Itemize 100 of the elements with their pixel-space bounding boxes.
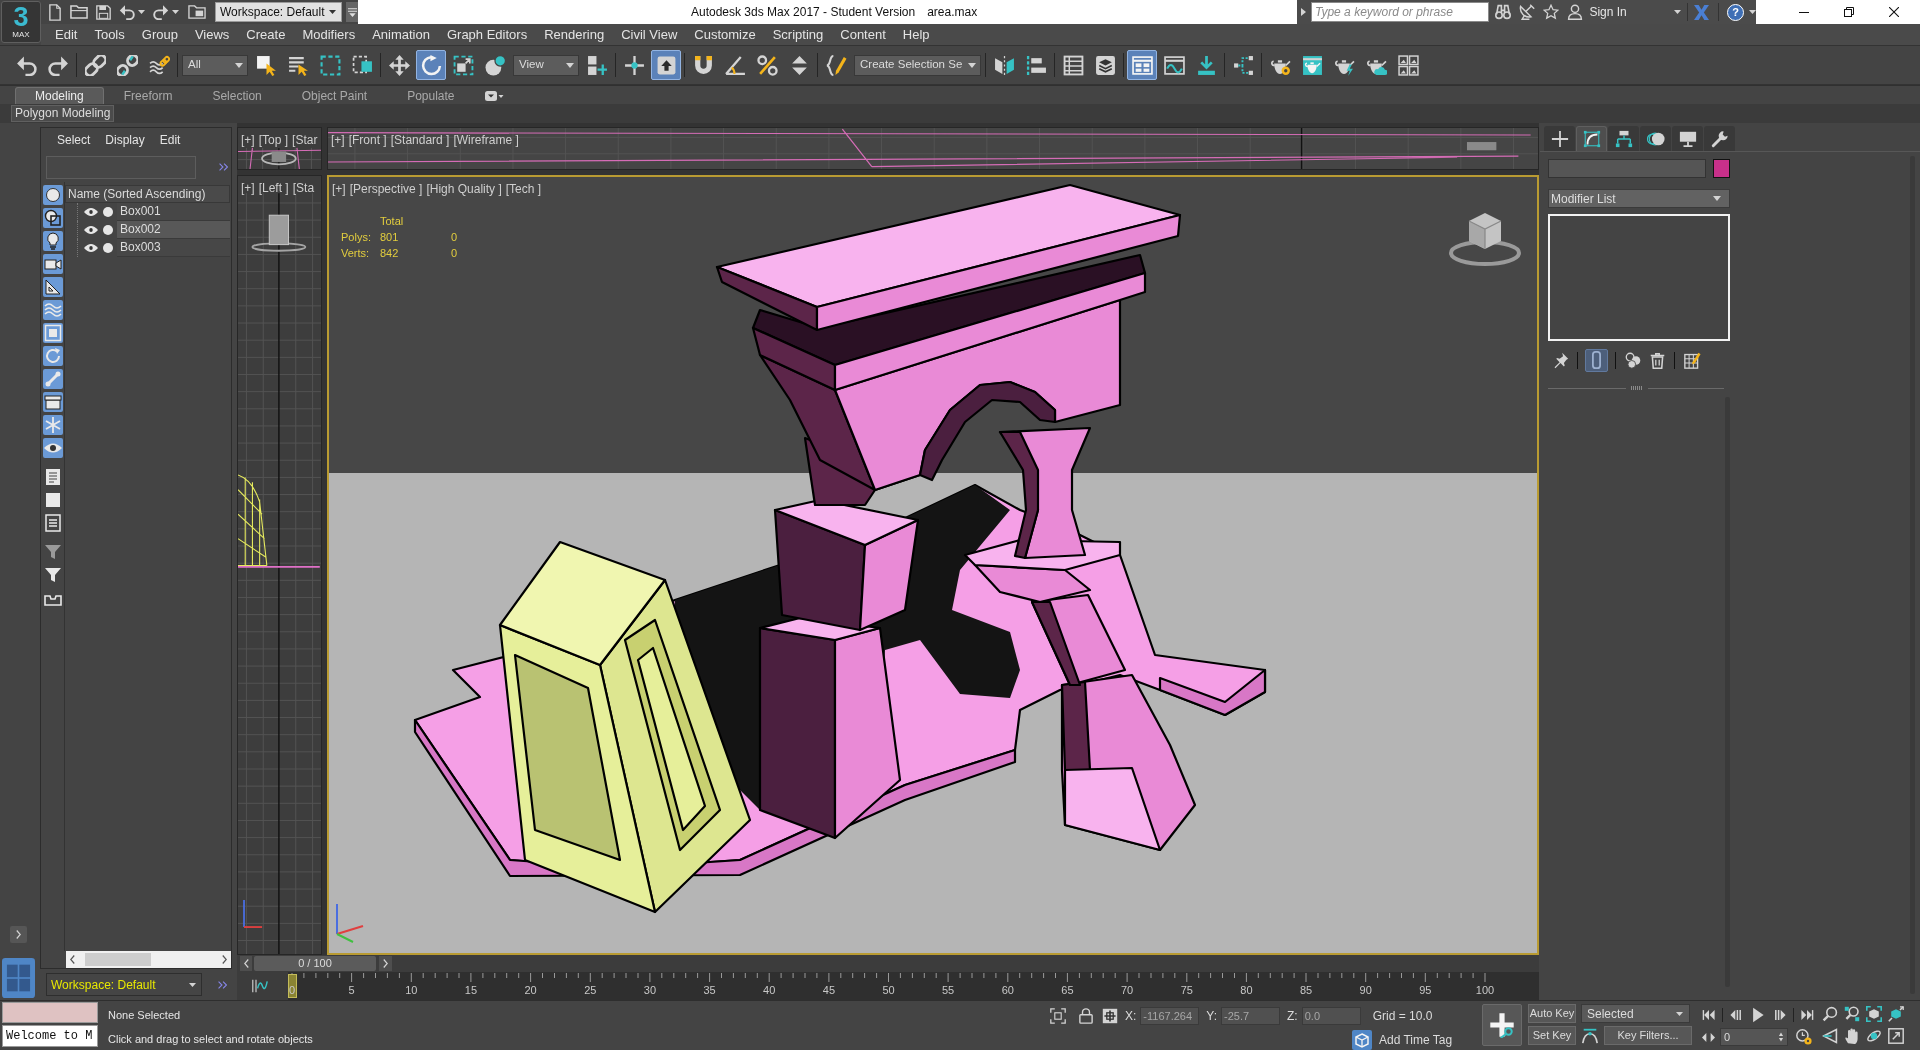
page-icon[interactable] [49,3,61,21]
menu-item[interactable]: Views [194,24,230,45]
viewport-label[interactable]: [+] [332,182,346,196]
light-bulb-icon[interactable] [42,231,63,251]
key-filters-button[interactable]: Key Filters... [1604,1026,1692,1045]
rotate-button[interactable] [416,50,446,80]
menu-item[interactable]: Content [840,24,886,45]
circle-square-icon[interactable] [42,208,63,228]
app-menu-button[interactable]: 3 MAX [1,1,41,43]
satellite-dish-icon[interactable] [1519,4,1536,20]
horizontal-scrollbar[interactable] [66,951,231,968]
menu-item[interactable]: Edit [159,131,181,149]
sign-in-button[interactable]: Sign In [1567,2,1682,22]
modifier-list-dropdown[interactable]: Modifier List [1548,189,1730,208]
caret-icon[interactable] [138,10,145,14]
motion-tab[interactable] [1640,126,1671,151]
modify-tab[interactable] [1576,126,1607,151]
object-name[interactable]: Box002 [117,221,230,239]
dashed-square-icon[interactable] [319,54,341,76]
menu-item[interactable]: Edit [55,24,78,45]
object-name[interactable]: Box003 [117,239,230,257]
viewport-label[interactable]: [+] [241,133,255,147]
crosshair-icon[interactable] [623,54,645,76]
curve-icon[interactable] [252,979,268,993]
viewport[interactable]: [+] [Front ] [Standard ] [Wireframe ] [327,127,1539,170]
box-caret-icon[interactable] [484,91,504,101]
target-square-icon[interactable] [1102,1008,1118,1024]
nested-squares-icon[interactable] [42,323,63,343]
listener-input[interactable] [2,1002,98,1023]
trash-icon[interactable] [1648,351,1666,369]
angle-icon[interactable] [724,54,746,76]
skip-start-icon[interactable] [1702,1007,1716,1022]
color-swatch[interactable] [1713,159,1730,178]
play-icon[interactable] [1751,1006,1765,1023]
workspace-dropdown[interactable]: Workspace: Default [46,973,202,996]
restore-icon[interactable] [1844,7,1854,17]
hierarchy-tab[interactable] [1608,126,1639,151]
lock-icon[interactable] [1079,1008,1093,1024]
close-icon[interactable] [1889,7,1899,17]
bone-icon[interactable] [42,369,63,389]
set-key-button[interactable]: Set Key [1528,1026,1576,1045]
minimize-icon[interactable] [1799,11,1809,13]
curved-arrow-icon[interactable] [119,4,135,20]
table-icon[interactable] [1062,54,1084,76]
camera-icon[interactable] [42,254,63,274]
mirrored-shapes-icon[interactable] [993,54,1015,76]
bracket-frame-icon[interactable] [1050,1008,1066,1024]
viewport[interactable]: [+] [Perspective ] [High Quality ] [Tech ] Total Polys: 801 0 Verts: 842 0 [327,175,1539,955]
viewport-label[interactable]: [Standard ] [390,133,450,147]
up-down-triangles-icon[interactable] [1778,1032,1784,1042]
menu-button[interactable] [346,2,358,22]
end-result-button[interactable] [1585,348,1608,372]
ribbon-button[interactable] [1127,50,1158,80]
listener-output[interactable]: Welcome to M [2,1025,98,1047]
spheres-icon[interactable] [484,54,506,76]
curved-arrow-icon[interactable] [153,4,169,20]
ribbon-tab[interactable]: Object Paint [281,87,388,104]
maximize-icon[interactable] [1888,1028,1904,1044]
dropdown[interactable]: View [513,54,579,76]
double-chevron-icon[interactable] [219,163,228,171]
wave-chain-icon[interactable] [148,54,170,76]
brace-pencil-icon[interactable] [825,54,847,76]
circle-icon[interactable] [42,185,63,205]
triangle-ruler-icon[interactable] [42,277,63,297]
clock-gear-icon[interactable] [1796,1029,1812,1045]
square-overlap-icon[interactable] [351,54,373,76]
folder-window-icon[interactable] [188,5,206,19]
image-grid-icon[interactable] [1397,54,1419,76]
list-cursor-icon[interactable] [287,54,309,76]
box-lid-icon[interactable] [42,392,63,412]
wavy-lines-icon[interactable] [42,300,63,320]
menu-item[interactable]: Graph Editors [446,24,528,45]
viewport-label[interactable]: [+] [241,181,255,195]
layers-icon[interactable] [1094,54,1116,76]
cube-frame-icon[interactable] [1866,1006,1882,1022]
menu-item[interactable]: Customize [694,24,756,45]
four-way-arrow-icon[interactable] [388,54,410,76]
viewport-label[interactable]: [Tech ] [505,182,542,196]
frame-field[interactable]: 0 [1720,1028,1788,1046]
menu-item[interactable]: Create [246,24,286,45]
search-field[interactable] [46,155,196,179]
menu-item[interactable]: Select [57,131,91,149]
dot-icon[interactable] [103,207,113,217]
key-set-dropdown[interactable]: Selected [1581,1004,1690,1023]
dot-icon[interactable] [103,243,113,253]
snowflake-icon[interactable] [42,415,63,435]
funnel-icon[interactable] [42,565,63,585]
viewport-label[interactable]: [High Quality ] [426,182,502,196]
step-back-icon[interactable] [1729,1007,1743,1022]
next-button[interactable] [379,956,392,971]
dot-icon[interactable] [103,225,113,235]
display-tab[interactable] [1672,126,1703,151]
menu-item[interactable]: Group [141,24,178,45]
expand-button[interactable] [10,926,27,943]
viewport[interactable]: [+] [Left ] [Sta [237,175,322,955]
teapot-window-icon[interactable] [1301,54,1323,76]
grid-pencil-icon[interactable] [1683,351,1701,369]
circles-cluster-icon[interactable] [1624,351,1642,369]
time-slider-thumb[interactable]: 0 / 100 [254,956,376,971]
view-cube-icon[interactable] [1449,211,1521,266]
